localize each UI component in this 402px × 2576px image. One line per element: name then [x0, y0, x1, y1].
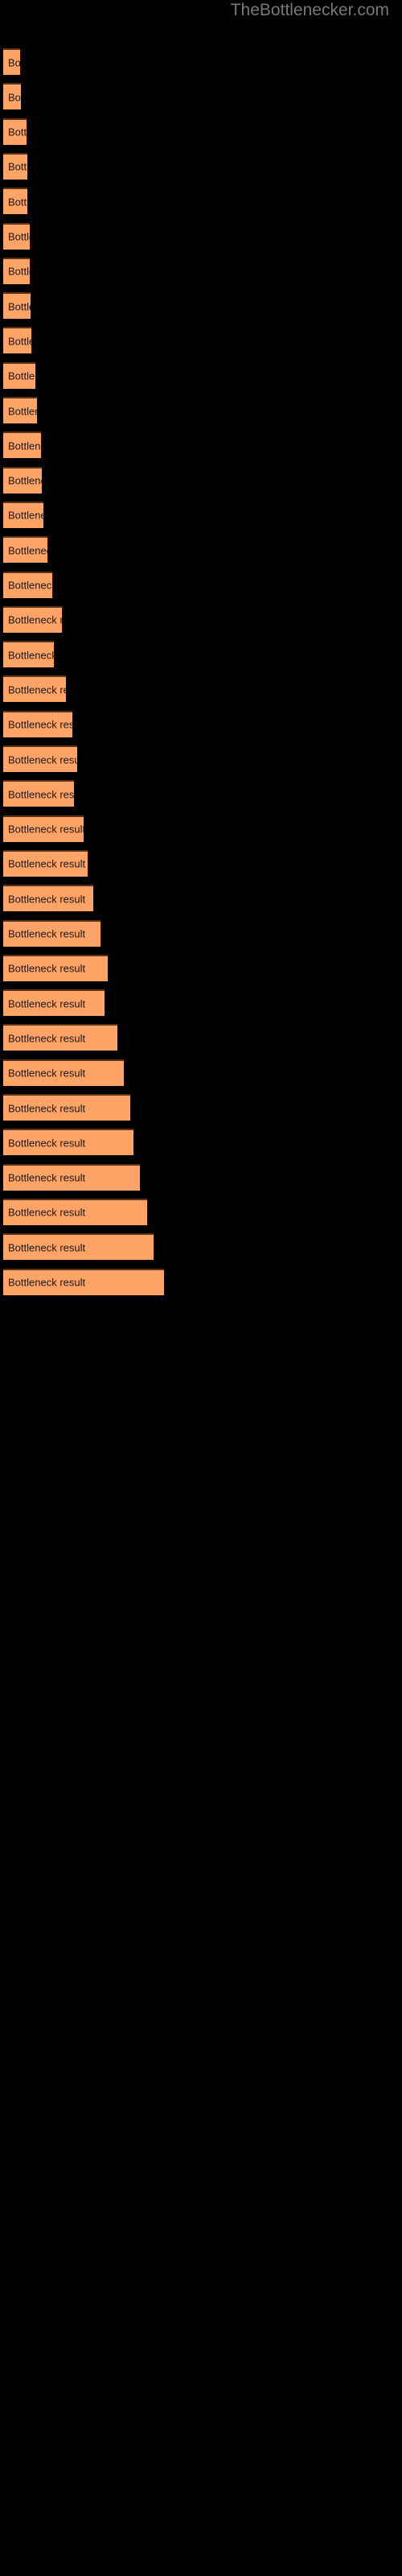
bar[interactable]: Bottleneck result — [3, 48, 20, 75]
bar-label: Bottleneck result — [8, 649, 54, 662]
bar[interactable]: Bottleneck result — [3, 1024, 117, 1051]
bar[interactable]: Bottleneck result — [3, 1094, 130, 1121]
bar-label: Bottleneck result — [8, 544, 47, 557]
bar-label: Bottleneck result — [8, 718, 72, 731]
bar[interactable]: Bottleneck result — [3, 1129, 133, 1156]
bar-label: Bottleneck result — [8, 265, 30, 278]
bar-label: Bottleneck result — [8, 683, 66, 696]
bar-label: Bottleneck result — [8, 126, 27, 138]
bar[interactable]: Bottleneck result — [3, 257, 30, 284]
bar[interactable]: Bottleneck result — [3, 571, 52, 598]
bar-label: Bottleneck result — [8, 893, 86, 906]
bar[interactable]: Bottleneck result — [3, 1268, 164, 1295]
bar-label: Bottleneck result — [8, 405, 37, 417]
bar-label: Bottleneck result — [8, 1171, 86, 1184]
bar-label: Bottleneck result — [8, 474, 42, 487]
bar[interactable]: Bottleneck result — [3, 710, 72, 737]
bar-label: Bottleneck result — [8, 613, 62, 626]
bar-label: Bottleneck result — [8, 196, 27, 208]
bar[interactable]: Bottleneck result — [3, 989, 105, 1017]
bar[interactable]: Bottleneck result — [3, 1059, 124, 1086]
bar[interactable]: Bottleneck result — [3, 188, 27, 215]
bar[interactable]: Bottleneck result — [3, 641, 54, 668]
bar-label: Bottleneck result — [8, 230, 30, 243]
bar[interactable]: Bottleneck result — [3, 292, 31, 320]
bar[interactable]: Bottleneck result — [3, 361, 35, 389]
bottleneck-chart: TheBottlenecker.com Bottleneck resultBot… — [0, 0, 402, 2576]
bar-label: Bottleneck result — [8, 788, 74, 801]
bar-label: Bottleneck result — [8, 579, 52, 592]
bar[interactable]: Bottleneck result — [3, 501, 43, 528]
bar[interactable]: Bottleneck result — [3, 327, 31, 354]
bar-label: Bottleneck result — [8, 823, 84, 836]
bar[interactable]: Bottleneck result — [3, 118, 27, 145]
bar-label: Bottleneck result — [8, 440, 41, 452]
bar[interactable]: Bottleneck result — [3, 1198, 147, 1225]
bar[interactable]: Bottleneck result — [3, 919, 100, 947]
bar-label: Bottleneck result — [8, 1137, 86, 1150]
bar[interactable]: Bottleneck result — [3, 466, 42, 493]
bar[interactable]: Bottleneck result — [3, 152, 27, 180]
bar-label: Bottleneck result — [8, 753, 77, 766]
bar[interactable]: Bottleneck result — [3, 815, 84, 842]
bar[interactable]: Bottleneck result — [3, 954, 108, 981]
bar-label: Bottleneck result — [8, 509, 43, 522]
bar[interactable]: Bottleneck result — [3, 849, 88, 877]
bar[interactable]: Bottleneck result — [3, 885, 93, 912]
bar-label: Bottleneck result — [8, 1067, 86, 1080]
bar-label: Bottleneck result — [8, 91, 21, 104]
bar[interactable]: Bottleneck result — [3, 745, 77, 772]
bar-label: Bottleneck result — [8, 160, 27, 173]
bar[interactable]: Bottleneck result — [3, 605, 62, 633]
bar-label: Bottleneck result — [8, 997, 86, 1010]
bar-label: Bottleneck result — [8, 56, 20, 68]
bar-label: Bottleneck result — [8, 857, 86, 870]
bar-label: Bottleneck result — [8, 1032, 86, 1045]
bar-label: Bottleneck result — [8, 962, 86, 975]
bar[interactable]: Bottleneck result — [3, 675, 66, 703]
bar-series: Bottleneck result Bottleneck result Bottle… — [0, 0, 402, 2576]
bar-label: Bottleneck result — [8, 369, 35, 382]
bar-label: Bottleneck result — [8, 927, 86, 940]
bar-label: Bottleneck result — [8, 1276, 86, 1289]
bar[interactable]: Bottleneck result — [3, 536, 47, 564]
bar-label: Bottleneck result — [8, 1206, 86, 1219]
bar[interactable]: Bottleneck result — [3, 780, 74, 807]
bar[interactable]: Bottleneck result — [3, 397, 37, 423]
bar-label: Bottleneck result — [8, 1102, 86, 1114]
bar[interactable]: Bottleneck result — [3, 1163, 140, 1191]
bar[interactable]: Bottleneck result — [3, 83, 21, 110]
bar-label: Bottleneck result — [8, 300, 31, 313]
bar[interactable]: Bottleneck result — [3, 431, 41, 459]
bar-label: Bottleneck result — [8, 335, 31, 348]
bar[interactable]: Bottleneck result — [3, 222, 30, 250]
bar-label: Bottleneck result — [8, 1241, 86, 1254]
bar[interactable]: Bottleneck result — [3, 1233, 154, 1261]
